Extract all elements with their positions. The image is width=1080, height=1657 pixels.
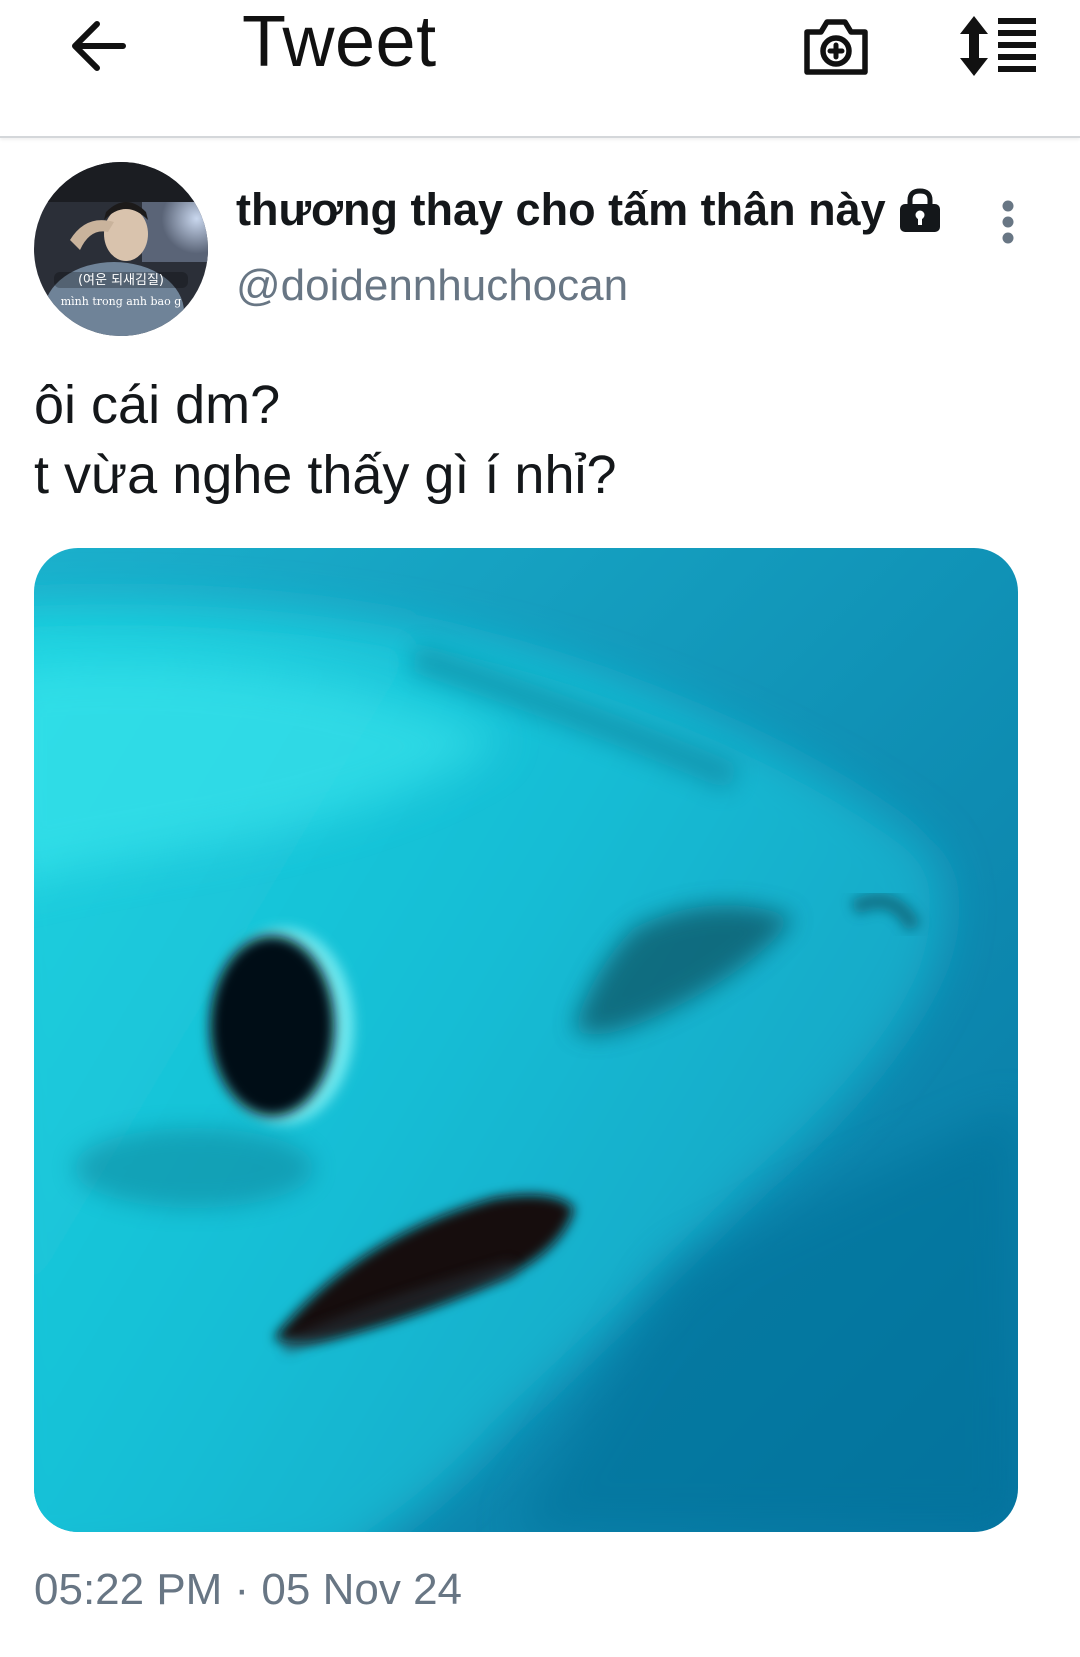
- sort-list-icon: [960, 16, 1036, 76]
- tweet-line: t vừa nghe thấy gì í nhỉ?: [34, 445, 617, 505]
- avatar[interactable]: (여운 되새김질) mình trong anh bao g: [34, 162, 208, 336]
- display-name-row[interactable]: thương thay cho tấm thân này: [236, 180, 942, 240]
- arrow-left-icon: [72, 21, 126, 71]
- avatar-caption-top: (여운 되새김질): [78, 273, 164, 288]
- shark-photo: [34, 548, 1018, 1532]
- more-vertical-icon: [1002, 200, 1014, 244]
- more-options-button[interactable]: [978, 190, 1038, 254]
- avatar-image: (여운 되새김질) mình trong anh bao g: [34, 162, 208, 336]
- camera-plus-icon: [804, 19, 868, 75]
- top-bar: Tweet: [0, 0, 1080, 138]
- tweet-line: ôi cái dm?: [34, 375, 281, 435]
- camera-button[interactable]: [796, 6, 876, 86]
- page-title: Tweet: [242, 2, 437, 82]
- avatar-caption-bottom: mình trong anh bao g: [61, 295, 182, 308]
- tweet-text: ôi cái dm? t vừa nghe thấy gì í nhỉ?: [34, 370, 1034, 510]
- sort-button[interactable]: [950, 6, 1046, 86]
- user-handle[interactable]: @doidennhuchocan: [236, 258, 628, 314]
- display-name[interactable]: thương thay cho tấm thân này: [236, 184, 886, 236]
- tweet-timestamp: 05:22 PM · 05 Nov 24: [34, 1565, 463, 1614]
- tweet-photo[interactable]: [34, 548, 1018, 1532]
- back-button[interactable]: [58, 8, 134, 84]
- lock-icon: [898, 187, 942, 233]
